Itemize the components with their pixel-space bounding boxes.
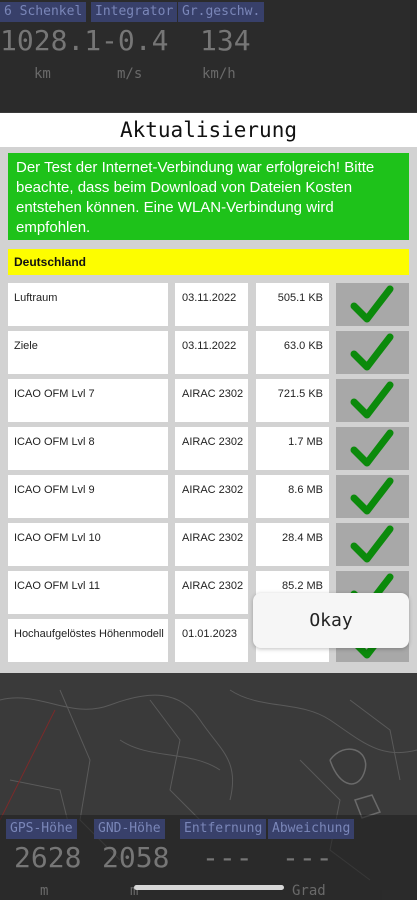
download-row: ICAO OFM Lvl 7 AIRAC 2302 721.5 KB (0, 379, 417, 422)
indicator-value: 134 (200, 24, 251, 57)
indicator-label: Gr.geschw. (178, 2, 265, 22)
item-date: AIRAC 2302 (175, 427, 248, 470)
item-date: AIRAC 2302 (175, 475, 248, 518)
check-icon (350, 285, 394, 323)
item-name: ICAO OFM Lvl 10 (8, 523, 168, 566)
download-status-button[interactable] (336, 283, 409, 326)
item-name: Luftraum (8, 283, 168, 326)
download-status-button[interactable] (336, 523, 409, 566)
okay-button[interactable]: Okay (253, 593, 409, 648)
check-icon (350, 333, 394, 371)
indicator-value: 1028.1 (0, 24, 102, 57)
check-icon (350, 477, 394, 515)
download-status-button[interactable] (336, 427, 409, 470)
download-row: ICAO OFM Lvl 8 AIRAC 2302 1.7 MB (0, 427, 417, 470)
indicator-value: --- (202, 841, 253, 874)
check-icon (350, 525, 394, 563)
indicator-unit: m (40, 883, 49, 899)
indicator-unit: m/s (117, 66, 143, 82)
indicator-value: -0.4 (101, 24, 169, 57)
item-date: 01.01.2023 (175, 619, 248, 662)
item-date: AIRAC 2302 (175, 571, 248, 614)
item-name: ICAO OFM Lvl 11 (8, 571, 168, 614)
indicator-value: 2058 (102, 841, 170, 874)
indicator-unit: Grad (292, 883, 326, 899)
item-size: 1.7 MB (256, 427, 329, 470)
indicator-label: Abweichung (268, 819, 355, 839)
download-status-button[interactable] (336, 379, 409, 422)
region-header: Deutschland (8, 249, 409, 275)
download-row: Ziele 03.11.2022 63.0 KB (0, 331, 417, 374)
home-indicator[interactable] (134, 885, 284, 890)
download-row: Luftraum 03.11.2022 505.1 KB (0, 283, 417, 326)
item-date: AIRAC 2302 (175, 523, 248, 566)
indicator-label: Integrator (91, 2, 178, 22)
connection-success-message: Der Test der Internet-Verbindung war erf… (8, 153, 409, 240)
download-row: ICAO OFM Lvl 10 AIRAC 2302 28.4 MB (0, 523, 417, 566)
indicator-value: --- (282, 841, 333, 874)
item-size: 505.1 KB (256, 283, 329, 326)
item-size: 721.5 KB (256, 379, 329, 422)
download-status-button[interactable] (336, 475, 409, 518)
update-dialog: Aktualisierung Der Test der Internet-Ver… (0, 113, 417, 673)
item-date: 03.11.2022 (175, 331, 248, 374)
item-name: ICAO OFM Lvl 8 (8, 427, 168, 470)
item-size: 28.4 MB (256, 523, 329, 566)
item-date: 03.11.2022 (175, 283, 248, 326)
indicator-label: GPS-Höhe (6, 819, 77, 839)
item-name: Hochaufgelöstes Höhenmodell (8, 619, 168, 662)
indicator-label: 6 Schenkel (0, 2, 87, 22)
indicator-unit: km/h (202, 66, 236, 82)
item-size: 63.0 KB (256, 331, 329, 374)
item-name: Ziele (8, 331, 168, 374)
download-status-button[interactable] (336, 331, 409, 374)
dialog-title: Aktualisierung (119, 118, 297, 142)
indicator-value: 2628 (14, 841, 82, 874)
item-name: ICAO OFM Lvl 9 (8, 475, 168, 518)
top-instrument-bar: 6 Schenkel 1028.1 km Integrator -0.4 m/s… (0, 0, 417, 112)
indicator-unit: km (34, 66, 51, 82)
indicator-label: GND-Höhe (94, 819, 165, 839)
item-name: ICAO OFM Lvl 7 (8, 379, 168, 422)
indicator-label: Entfernung (180, 819, 267, 839)
item-size: 8.6 MB (256, 475, 329, 518)
check-icon (350, 381, 394, 419)
item-date: AIRAC 2302 (175, 379, 248, 422)
check-icon (350, 429, 394, 467)
download-row: ICAO OFM Lvl 9 AIRAC 2302 8.6 MB (0, 475, 417, 518)
